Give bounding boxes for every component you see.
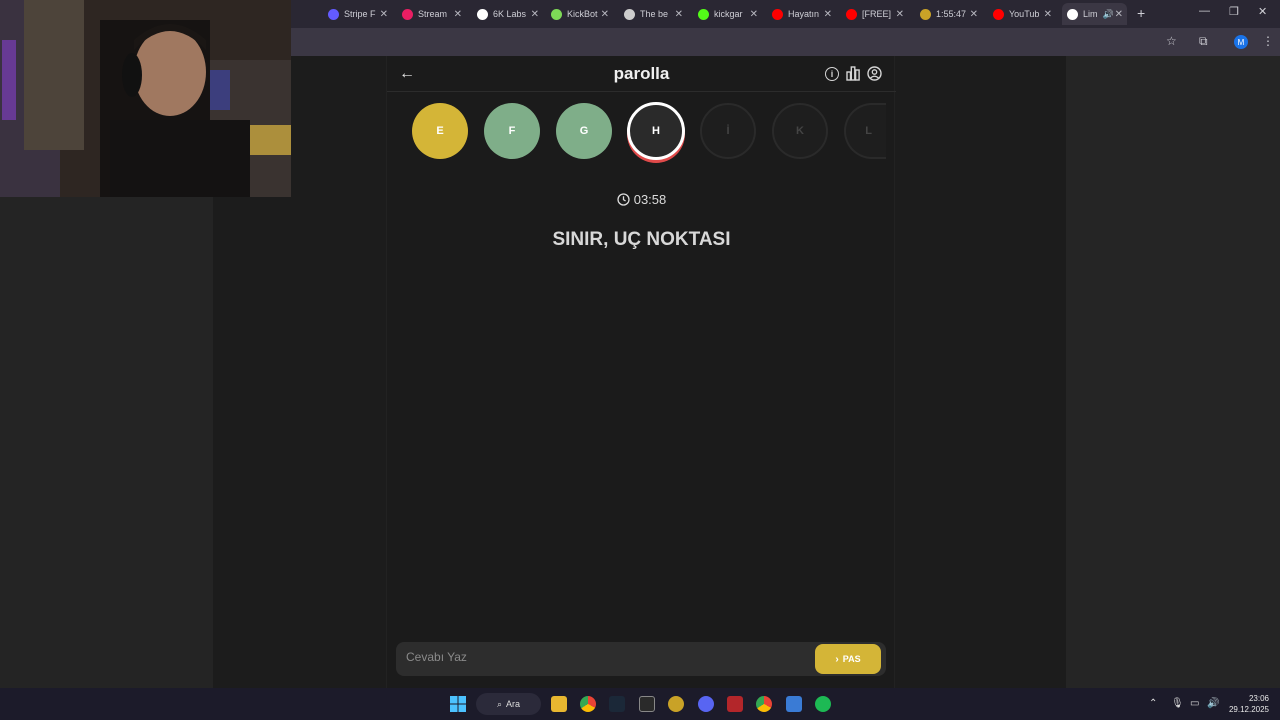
- speaker-icon[interactable]: 🔊: [1103, 9, 1114, 20]
- close-tab-icon[interactable]: ✕: [896, 9, 904, 20]
- browser-tab[interactable]: Hayatın ✕: [772, 3, 832, 25]
- extensions-icon[interactable]: ⧉: [1199, 34, 1208, 49]
- discord-icon[interactable]: [698, 696, 714, 712]
- bookmark-star-icon[interactable]: ☆: [1166, 34, 1177, 48]
- tab-favicon-icon: [993, 8, 1004, 20]
- letter-circle-i: İ: [700, 103, 756, 159]
- profile-avatar[interactable]: M: [1234, 35, 1248, 49]
- address-bar[interactable]: [291, 32, 1151, 52]
- chrome-icon[interactable]: [580, 696, 596, 712]
- page-background-right: [1066, 56, 1280, 688]
- page-background-left: [0, 197, 213, 688]
- letter-circle-k: K: [772, 103, 828, 159]
- answer-input[interactable]: [406, 650, 806, 664]
- streaming-app-icon[interactable]: [727, 696, 743, 712]
- tab-favicon-icon: [328, 8, 339, 20]
- network-icon[interactable]: ▭: [1190, 698, 1199, 709]
- browser-menu-icon[interactable]: ⋮: [1262, 34, 1274, 48]
- letter-circle-f: F: [484, 103, 540, 159]
- app-logo[interactable]: parolla: [387, 64, 896, 84]
- volume-icon[interactable]: 🔊: [1207, 698, 1219, 709]
- tray-chevron-up-icon[interactable]: ⌃: [1149, 698, 1157, 709]
- countdown-timer: 03:58: [387, 192, 896, 209]
- stats-icon[interactable]: [846, 66, 860, 86]
- browser-tab[interactable]: kickgar ✕: [698, 3, 758, 25]
- close-tab-icon[interactable]: ✕: [454, 9, 462, 20]
- windows-taskbar: ⌕ Ara ⌃ 🎙 ▭ 🔊 23:06 29.12.2025: [0, 688, 1280, 720]
- letter-circle-l: L: [844, 103, 886, 159]
- tab-favicon-icon: [846, 8, 857, 20]
- browser-tab-active[interactable]: Lim 🔊 ✕: [1062, 3, 1127, 25]
- tab-favicon-icon: [772, 8, 783, 20]
- tab-favicon-icon: [920, 8, 931, 20]
- epic-games-icon[interactable]: [639, 696, 655, 712]
- clue-text: SINIR, UÇ NOKTASI: [552, 229, 731, 250]
- letter-circle-h-current: H: [627, 102, 685, 160]
- close-window-icon[interactable]: ✕: [1258, 5, 1267, 18]
- tab-favicon-icon: [551, 8, 562, 20]
- close-tab-icon[interactable]: ✕: [824, 9, 832, 20]
- tab-favicon-icon: [624, 8, 635, 20]
- close-tab-icon[interactable]: ✕: [1115, 9, 1123, 20]
- browser-toolbar: [291, 28, 1280, 56]
- webcam-overlay: [0, 0, 291, 197]
- chevron-right-icon: ›: [835, 653, 839, 665]
- app-icon-2[interactable]: [786, 696, 802, 712]
- tab-favicon-icon: [1067, 8, 1078, 20]
- steam-icon[interactable]: [609, 696, 625, 712]
- taskbar-clock[interactable]: 23:06 29.12.2025: [1229, 693, 1269, 715]
- app-icon[interactable]: [668, 696, 684, 712]
- spotify-icon[interactable]: [815, 696, 831, 712]
- close-tab-icon[interactable]: ✕: [601, 9, 609, 20]
- letter-circle-e: E: [412, 103, 468, 159]
- browser-tab[interactable]: 6K Labs ✕: [477, 3, 539, 25]
- browser-tab[interactable]: Stream ✕: [402, 3, 462, 25]
- timer-value: 03:58: [633, 192, 667, 207]
- microphone-icon[interactable]: 🎙: [1171, 698, 1184, 709]
- minimize-icon[interactable]: —: [1199, 5, 1210, 17]
- browser-tab[interactable]: The be ✕: [624, 3, 683, 25]
- tab-favicon-icon: [477, 8, 488, 20]
- browser-tab[interactable]: 1:55:47 ✕: [920, 3, 978, 25]
- close-tab-icon[interactable]: ✕: [380, 9, 388, 20]
- restore-icon[interactable]: ❐: [1229, 5, 1239, 18]
- close-tab-icon[interactable]: ✕: [531, 9, 539, 20]
- search-icon: ⌕: [496, 698, 503, 709]
- info-icon[interactable]: i: [825, 67, 839, 81]
- letter-circle-g: G: [556, 103, 612, 159]
- new-tab-button[interactable]: +: [1137, 5, 1145, 21]
- close-tab-icon[interactable]: ✕: [750, 9, 758, 20]
- browser-tab[interactable]: KickBot ✕: [551, 3, 609, 25]
- user-profile-icon[interactable]: [867, 66, 882, 86]
- file-explorer-icon[interactable]: [551, 696, 567, 712]
- browser-tab[interactable]: YouTub ✕: [993, 3, 1052, 25]
- browser-tab[interactable]: Stripe F ✕: [328, 3, 388, 25]
- browser-tab[interactable]: [FREE] ✕: [846, 3, 904, 25]
- pass-button[interactable]: › PAS: [815, 644, 881, 674]
- clock-icon: [617, 193, 630, 209]
- taskbar-search[interactable]: ⌕ Ara: [476, 693, 541, 715]
- app-header: ← parolla i: [387, 56, 896, 92]
- tab-favicon-icon: [402, 8, 413, 20]
- answer-bar: ›PAS: [396, 642, 886, 676]
- chrome-active-icon[interactable]: [756, 696, 772, 712]
- close-tab-icon[interactable]: ✕: [675, 9, 683, 20]
- close-tab-icon[interactable]: ✕: [970, 9, 978, 20]
- close-tab-icon[interactable]: ✕: [1044, 9, 1052, 20]
- tab-favicon-icon: [698, 8, 709, 20]
- game-panel: ← parolla i E F G H İ K L 03:58 SINIR, U…: [386, 56, 896, 688]
- start-menu-icon[interactable]: [450, 696, 466, 712]
